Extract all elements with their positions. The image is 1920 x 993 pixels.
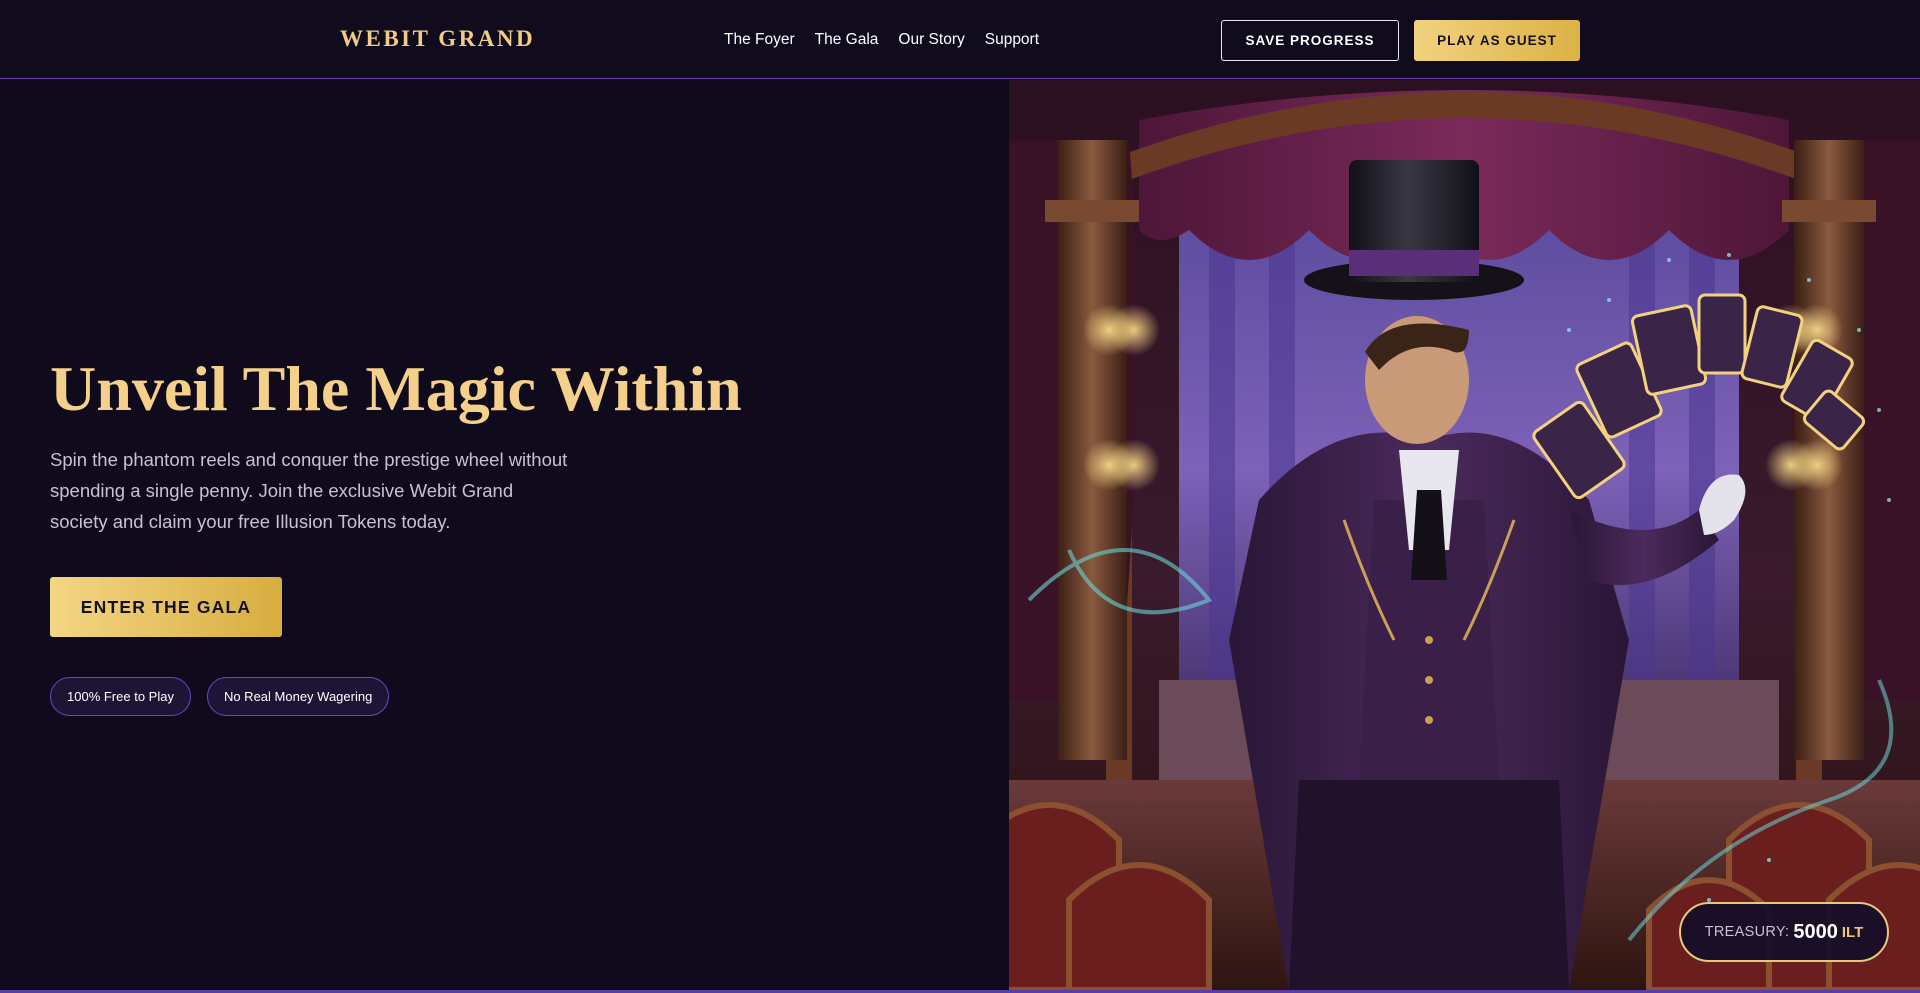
- hero-description: Spin the phantom reels and conquer the p…: [50, 449, 568, 532]
- nav-link-our-story[interactable]: Our Story: [898, 31, 964, 49]
- nav-link-support[interactable]: Support: [985, 31, 1039, 49]
- treasury-balance-badge: TREASURY: 5000 ILT: [1679, 902, 1889, 962]
- brand-logo[interactable]: WEBIT GRAND: [340, 26, 535, 52]
- save-progress-button[interactable]: SAVE PROGRESS: [1221, 20, 1399, 61]
- nav-link-the-foyer[interactable]: The Foyer: [724, 31, 795, 49]
- treasury-unit: ILT: [1841, 923, 1864, 941]
- main-nav: The Foyer The Gala Our Story Support: [724, 31, 1039, 49]
- enter-the-gala-button[interactable]: ENTER THE GALA: [50, 577, 282, 637]
- badge-free-to-play: 100% Free to Play: [50, 677, 191, 716]
- nav-link-the-gala[interactable]: The Gala: [815, 31, 879, 49]
- feature-badges: 100% Free to Play No Real Money Wagering: [50, 677, 390, 716]
- hero-title: Unveil The Magic Within: [50, 353, 742, 424]
- play-as-guest-button[interactable]: PLAY AS GUEST: [1414, 20, 1580, 61]
- treasury-value: 5000: [1793, 920, 1838, 943]
- badge-no-real-money: No Real Money Wagering: [206, 677, 390, 716]
- hero-magician-illustration: [1009, 80, 1920, 990]
- treasury-label: TREASURY:: [1704, 924, 1790, 940]
- top-navigation-bar: WEBIT GRAND The Foyer The Gala Our Story…: [0, 0, 1920, 79]
